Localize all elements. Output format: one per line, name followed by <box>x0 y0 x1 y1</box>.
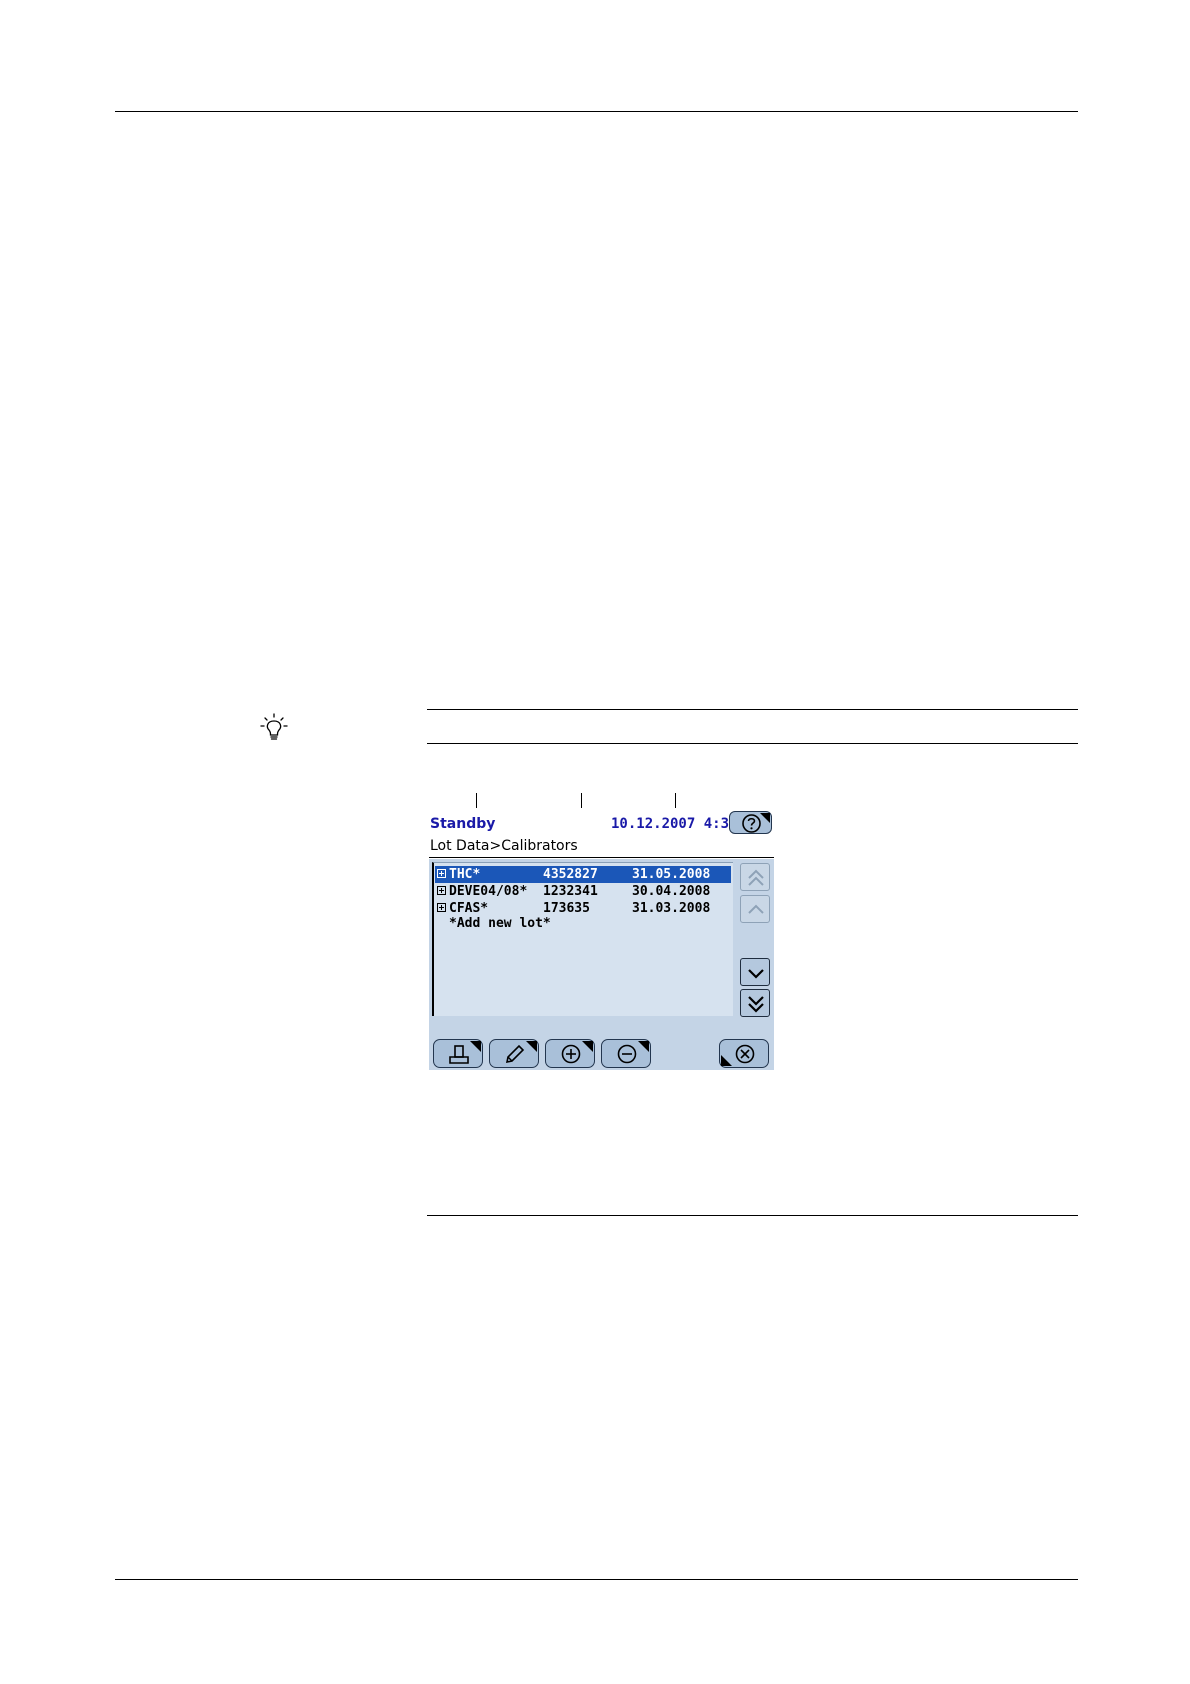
button-corner <box>721 1055 732 1066</box>
status-bar: Standby 10.12.2007 4:33 <box>429 808 774 836</box>
expand-icon[interactable] <box>437 886 446 895</box>
button-corner <box>638 1041 649 1052</box>
expand-icon[interactable] <box>437 903 446 912</box>
tip-rule-title <box>427 743 1078 744</box>
tip-rule-top <box>427 709 1078 710</box>
lot-name: CFAS* <box>449 901 489 916</box>
device-screen: Standby 10.12.2007 4:33 Lot Data>Calibra… <box>429 808 774 1070</box>
scroll-up-button[interactable] <box>740 895 770 923</box>
footer-rule <box>115 1579 1078 1580</box>
add-new-lot-item[interactable]: *Add new lot* <box>449 916 551 931</box>
scroll-down-button[interactable] <box>740 958 770 986</box>
lot-number: 1232341 <box>543 884 598 899</box>
datetime: 10.12.2007 4:33 <box>611 816 738 832</box>
minus-circle-icon <box>617 1044 637 1064</box>
tip-rule-bottom <box>427 1215 1078 1216</box>
button-corner <box>760 813 770 823</box>
header-rule <box>115 111 1078 112</box>
button-corner <box>582 1041 593 1052</box>
pencil-icon <box>505 1044 525 1064</box>
help-button[interactable] <box>729 811 772 834</box>
lot-row[interactable]: DEVE04/08* 1232341 30.04.2008 <box>435 883 731 900</box>
button-corner <box>470 1041 481 1052</box>
chevron-up-icon <box>748 904 764 914</box>
lot-row[interactable]: CFAS* 173635 31.03.2008 <box>435 900 731 917</box>
lot-name: DEVE04/08* <box>449 884 528 899</box>
plus-circle-icon <box>561 1044 581 1064</box>
double-chevron-down-icon <box>748 996 764 1013</box>
edit-button[interactable] <box>489 1039 539 1068</box>
status-text: Standby <box>430 816 496 832</box>
lot-panel: THC* 4352827 31.05.2008 DEVE04/08* 12323… <box>429 859 774 1070</box>
lot-number: 4352827 <box>543 867 598 882</box>
print-button[interactable] <box>433 1039 483 1068</box>
question-icon <box>742 814 761 833</box>
scroll-bottom-button[interactable] <box>740 989 770 1017</box>
expand-icon[interactable] <box>437 869 446 878</box>
double-chevron-up-icon <box>748 869 764 886</box>
close-button[interactable] <box>719 1039 769 1068</box>
lot-date: 30.04.2008 <box>632 884 711 899</box>
remove-lot-button[interactable] <box>601 1039 651 1068</box>
lot-name: THC* <box>449 867 481 882</box>
add-lot-button[interactable] <box>545 1039 595 1068</box>
printer-icon <box>449 1045 469 1064</box>
lot-number: 173635 <box>543 901 590 916</box>
chevron-down-icon <box>748 969 764 979</box>
breadcrumb-row: Lot Data>Calibrators <box>429 836 774 858</box>
lot-date: 31.03.2008 <box>632 901 711 916</box>
lot-row[interactable]: THC* 4352827 31.05.2008 <box>435 866 731 883</box>
lightbulb-icon <box>260 713 288 740</box>
breadcrumb: Lot Data>Calibrators <box>430 838 578 854</box>
lot-list: THC* 4352827 31.05.2008 DEVE04/08* 12323… <box>432 862 733 1016</box>
lot-date: 31.05.2008 <box>632 867 711 882</box>
button-corner <box>526 1041 537 1052</box>
close-circle-icon <box>735 1044 755 1064</box>
scroll-top-button[interactable] <box>740 863 770 891</box>
